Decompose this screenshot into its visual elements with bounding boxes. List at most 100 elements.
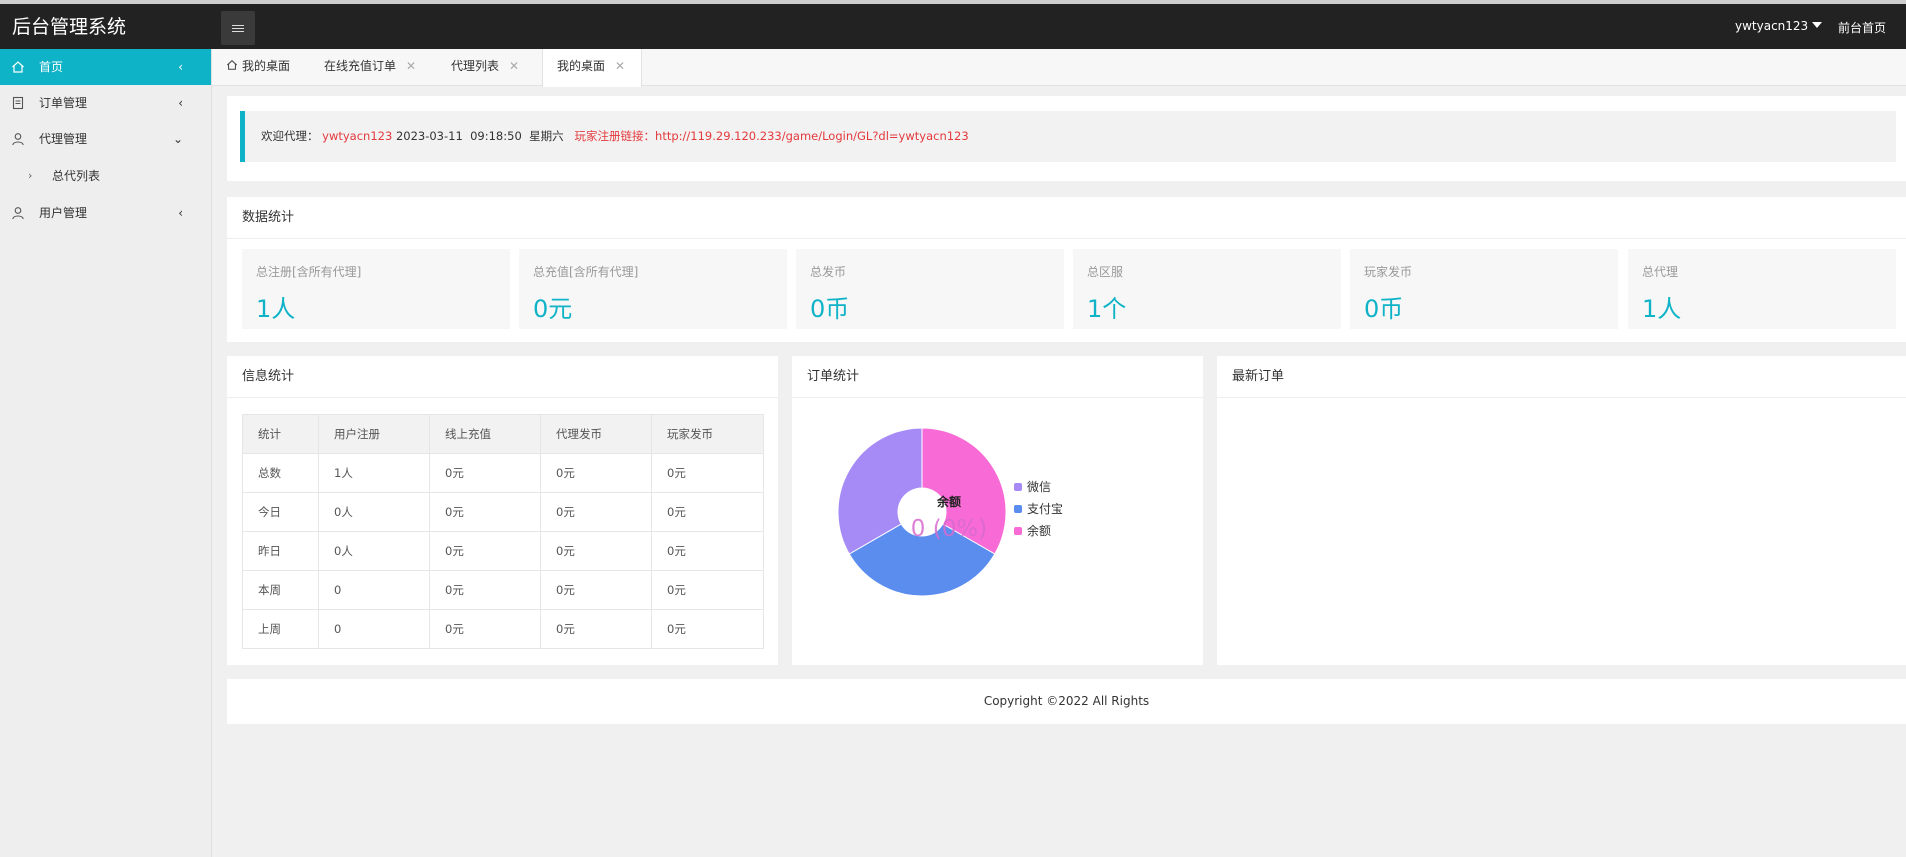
table-cell: 0元 [429,492,541,532]
tab-label: 我的桌面 [242,59,291,73]
chevron-down-icon: ⌄ [172,132,183,146]
sidebar-item-agents[interactable]: 代理管理 ⌄ [0,121,211,157]
sidebar: 首页 ‹ 订单管理 ‹ 代理管理 ⌄ › 总代列表 用户管理 ‹ [0,49,212,857]
table-cell: 本周 [242,570,319,610]
stat-label: 总代理 [1642,265,1679,279]
stat-value: 1人 [1642,295,1682,323]
table-cell: 0元 [651,609,764,649]
tab-label: 代理列表 [451,59,500,73]
sidebar-item-label: 订单管理 [39,96,88,110]
table-cell: 0元 [429,453,541,493]
menu-toggle-button[interactable] [221,11,255,45]
sidebar-item-home[interactable]: 首页 ‹ [0,49,211,85]
stat-total-coins: 总发币 0币 [796,249,1064,329]
caret-down-icon [1812,22,1823,28]
column-header: 统计 [242,414,319,454]
chevron-left-icon: ‹ [178,96,183,110]
card-title: 最新订单 [1217,356,1906,398]
copyright-text: Copyright ©2022 All Rights [983,694,1150,708]
stat-value: 1人 [256,295,296,323]
tab-online-recharge[interactable]: 在线充值订单 ✕ [324,49,416,86]
tab-bar: 我的桌面 在线充值订单 ✕ 代理列表 ✕ 我的桌面 ✕ [212,49,1906,87]
column-header: 用户注册 [318,414,430,454]
card-title: 数据统计 [227,197,1906,239]
welcome-banner: 欢迎代理： ywtyacn123 2023-03-11 09:18:50 星期六… [240,111,1896,162]
column-header: 代理发币 [540,414,652,454]
card-title: 订单统计 [792,356,1203,398]
user-icon [12,207,24,220]
close-icon[interactable]: ✕ [509,59,519,73]
close-icon[interactable]: ✕ [615,59,625,73]
table-cell: 0元 [651,453,764,493]
table-cell: 0人 [318,492,430,532]
table-cell: 0元 [429,531,541,571]
table-cell: 上周 [242,609,319,649]
top-navbar: 后台管理系统 ywtyacn123 前台首页 [0,0,1906,49]
table-cell: 0 [318,609,430,649]
register-link[interactable]: http://119.29.120.233/game/Login/GL?dl=y… [655,129,969,143]
table-cell: 0人 [318,531,430,571]
chevron-left-icon: ‹ [178,206,183,220]
table-cell: 0元 [429,570,541,610]
legend-label: 微信 [1027,480,1052,494]
table-cell: 0 [318,570,430,610]
stat-value: 0元 [533,295,573,323]
pie-center-value: 0 (0%) [910,516,988,542]
legend-item[interactable]: 余额 [1014,520,1063,542]
sidebar-item-label: 代理管理 [39,132,88,146]
tab-desktop-active[interactable]: 我的桌面 ✕ [542,49,643,87]
legend-swatch [1014,483,1022,491]
info-stats-table: 统计 用户注册 线上充值 代理发币 玩家发币 总数 1人 0元 0元 0元 今日… [242,414,764,649]
table-cell: 0元 [651,492,764,532]
legend-swatch [1014,527,1022,535]
stat-label: 总注册[含所有代理] [256,265,362,279]
stat-total-recharge: 总充值[含所有代理] 0元 [519,249,787,329]
chevron-left-icon: ‹ [178,60,183,74]
table-cell: 0元 [651,531,764,571]
user-icon [12,133,24,146]
sidebar-subitem-agent-list[interactable]: › 总代列表 [0,157,211,195]
pie-legend: 微信 支付宝 余额 [1014,476,1063,542]
stat-label: 总充值[含所有代理] [533,265,639,279]
table-cell: 0元 [540,570,652,610]
home-icon [12,61,24,73]
user-dropdown[interactable]: ywtyacn123 [1735,19,1823,33]
sidebar-item-users[interactable]: 用户管理 ‹ [0,195,211,231]
table-cell: 0元 [429,609,541,649]
legend-item[interactable]: 微信 [1014,476,1063,498]
table-cell: 昨日 [242,531,319,571]
table-header-row: 统计 用户注册 线上充值 代理发币 玩家发币 [242,414,764,454]
front-home-link[interactable]: 前台首页 [1838,19,1886,36]
chevron-right-icon: › [28,169,33,182]
table-cell: 0元 [540,531,652,571]
app-title: 后台管理系统 [12,16,127,38]
legend-item[interactable]: 支付宝 [1014,498,1063,520]
stat-value: 1个 [1087,295,1127,323]
tab-agent-list[interactable]: 代理列表 ✕ [451,49,519,86]
welcome-prefix: 欢迎代理： [261,129,319,143]
sidebar-item-orders[interactable]: 订单管理 ‹ [0,85,211,121]
table-row: 本周 0 0元 0元 0元 [242,570,764,610]
legend-label: 支付宝 [1027,502,1064,516]
stat-value: 0币 [1364,295,1404,323]
stat-total-register: 总注册[含所有代理] 1人 [242,249,510,329]
table-cell: 0元 [540,492,652,532]
stat-total-agents: 总代理 1人 [1628,249,1896,329]
table-cell: 总数 [242,453,319,493]
register-link-label: 玩家注册链接： [574,129,656,143]
table-cell: 0元 [651,570,764,610]
table-row: 今日 0人 0元 0元 0元 [242,492,764,532]
table-row: 上周 0 0元 0元 0元 [242,609,764,649]
close-icon[interactable]: ✕ [406,59,416,73]
column-header: 玩家发币 [651,414,764,454]
order-stats-card: 订单统计 余额 0 (0%) 微信 支付宝 余额 [792,356,1203,665]
column-header: 线上充值 [429,414,541,454]
tab-label: 在线充值订单 [324,59,397,73]
sidebar-item-label: 用户管理 [39,206,88,220]
table-row: 昨日 0人 0元 0元 0元 [242,531,764,571]
stat-label: 总区服 [1087,265,1124,279]
menu-icon [232,27,244,29]
stat-player-coins: 玩家发币 0币 [1350,249,1618,329]
data-stats-card: 数据统计 总注册[含所有代理] 1人 总充值[含所有代理] 0元 总发币 0币 … [227,197,1906,342]
tab-home[interactable]: 我的桌面 [226,49,290,86]
